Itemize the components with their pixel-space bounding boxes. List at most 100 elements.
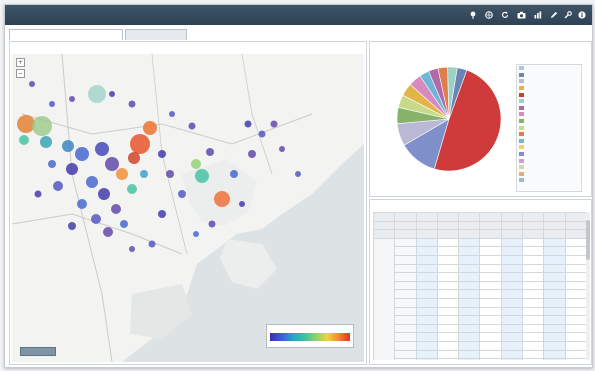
table-row[interactable] — [374, 306, 588, 317]
table-header-cell[interactable] — [394, 229, 417, 239]
pin-icon — [469, 11, 477, 19]
table-row[interactable] — [374, 358, 588, 360]
table-header-cell[interactable] — [543, 220, 566, 231]
table-header-cell[interactable] — [458, 229, 481, 239]
camera-button[interactable] — [517, 11, 528, 19]
pie-legend-item[interactable] — [517, 131, 581, 138]
pie-legend-item[interactable] — [517, 124, 581, 131]
table-header-cell[interactable] — [436, 229, 460, 239]
table-row[interactable] — [374, 349, 588, 360]
table-row[interactable] — [374, 340, 588, 351]
row-label — [394, 315, 417, 325]
map-canvas[interactable] — [12, 54, 364, 362]
table-header-cell[interactable] — [394, 212, 417, 222]
table-header-cell[interactable] — [436, 220, 460, 231]
table-row[interactable] — [373, 237, 588, 360]
pie-legend-item[interactable] — [517, 111, 581, 118]
table-header-cell[interactable] — [543, 212, 566, 222]
pie-chart[interactable] — [394, 64, 504, 174]
table-header-cell[interactable] — [564, 212, 588, 222]
table-header-cell[interactable] — [415, 212, 438, 222]
table-cell — [479, 254, 502, 265]
table-header-cell[interactable] — [522, 220, 545, 231]
table-header-cell[interactable] — [522, 212, 545, 222]
pie-legend-item[interactable] — [517, 118, 581, 125]
pie-legend-item[interactable] — [517, 171, 581, 178]
table-cell — [543, 332, 566, 342]
table-cell — [458, 306, 481, 317]
pie-legend-item[interactable] — [517, 85, 581, 92]
table-header-cell[interactable] — [564, 220, 588, 231]
table-header-cell[interactable] — [373, 220, 396, 231]
pie-legend-item[interactable] — [517, 177, 581, 184]
table-header-cell[interactable] — [479, 220, 502, 231]
table-row[interactable] — [374, 263, 588, 274]
table-cell — [543, 263, 566, 274]
table-cell — [543, 340, 566, 351]
table-cell — [500, 332, 524, 342]
tab-secondary[interactable] — [125, 29, 187, 40]
table-row[interactable] — [374, 254, 588, 265]
table-header-cell[interactable] — [415, 229, 438, 239]
scrollbar-thumb[interactable] — [586, 220, 590, 260]
pie-legend-item[interactable] — [517, 138, 581, 145]
pie-legend-item[interactable] — [517, 78, 581, 85]
pie-legend-item[interactable] — [517, 151, 581, 158]
table-header-cell[interactable] — [373, 212, 396, 222]
table-header-cell[interactable] — [543, 229, 566, 239]
refresh-button[interactable] — [501, 11, 511, 19]
pie-legend-item[interactable] — [517, 98, 581, 105]
table-header-cell[interactable] — [500, 212, 524, 222]
tab-map[interactable] — [9, 29, 123, 40]
chart-button[interactable] — [534, 11, 544, 19]
table-header-cell[interactable] — [394, 220, 417, 231]
table-cell — [522, 237, 545, 248]
edit-button[interactable] — [550, 11, 558, 19]
table-cell — [479, 246, 502, 256]
table-cell — [415, 237, 438, 248]
table-header-cell[interactable] — [564, 229, 588, 239]
table-cell — [543, 358, 566, 360]
pie-legend-item[interactable] — [517, 72, 581, 79]
table-header-cell[interactable] — [500, 220, 524, 231]
table-cell — [479, 358, 502, 360]
table-header-cell[interactable] — [373, 229, 396, 239]
globe-button[interactable] — [485, 11, 495, 19]
row-group-label — [373, 237, 396, 360]
pie-legend-item[interactable] — [517, 91, 581, 98]
table-header-cell[interactable] — [458, 220, 481, 231]
info-button[interactable] — [578, 11, 586, 19]
table-header-cell[interactable] — [479, 212, 502, 222]
table-cell — [415, 315, 438, 325]
zoom-out-button[interactable]: − — [16, 69, 25, 78]
table-row[interactable] — [374, 272, 588, 282]
table-cell — [564, 323, 588, 334]
table-row[interactable] — [374, 246, 588, 256]
table-row[interactable] — [374, 323, 588, 334]
table-header-cell[interactable] — [479, 229, 502, 239]
table-row[interactable] — [374, 332, 588, 342]
table-header-cell[interactable] — [500, 229, 524, 239]
table-row[interactable] — [374, 280, 588, 291]
pie-legend-item[interactable] — [517, 144, 581, 151]
table-cell — [458, 340, 481, 351]
zoom-in-button[interactable]: + — [16, 58, 25, 67]
pie-legend-item[interactable] — [517, 105, 581, 112]
pie-legend-item[interactable] — [517, 164, 581, 171]
table-header-cell[interactable] — [415, 220, 438, 231]
table-header-cell[interactable] — [458, 212, 481, 222]
table-cell — [415, 263, 438, 274]
table-header-cell[interactable] — [436, 212, 460, 222]
table-header-cell[interactable] — [522, 229, 545, 239]
settings-button[interactable] — [564, 11, 572, 19]
pin-button[interactable] — [469, 11, 479, 19]
table-cell — [458, 272, 481, 282]
table-scrollbar[interactable] — [586, 212, 590, 360]
pivot-table-wrap[interactable] — [373, 212, 589, 360]
pie-legend-item[interactable] — [517, 157, 581, 164]
table-row[interactable] — [374, 297, 588, 308]
table-row[interactable] — [374, 315, 588, 325]
table-row[interactable] — [374, 289, 588, 299]
pie-legend-item[interactable] — [517, 65, 581, 72]
map-view[interactable]: + − — [12, 54, 364, 362]
